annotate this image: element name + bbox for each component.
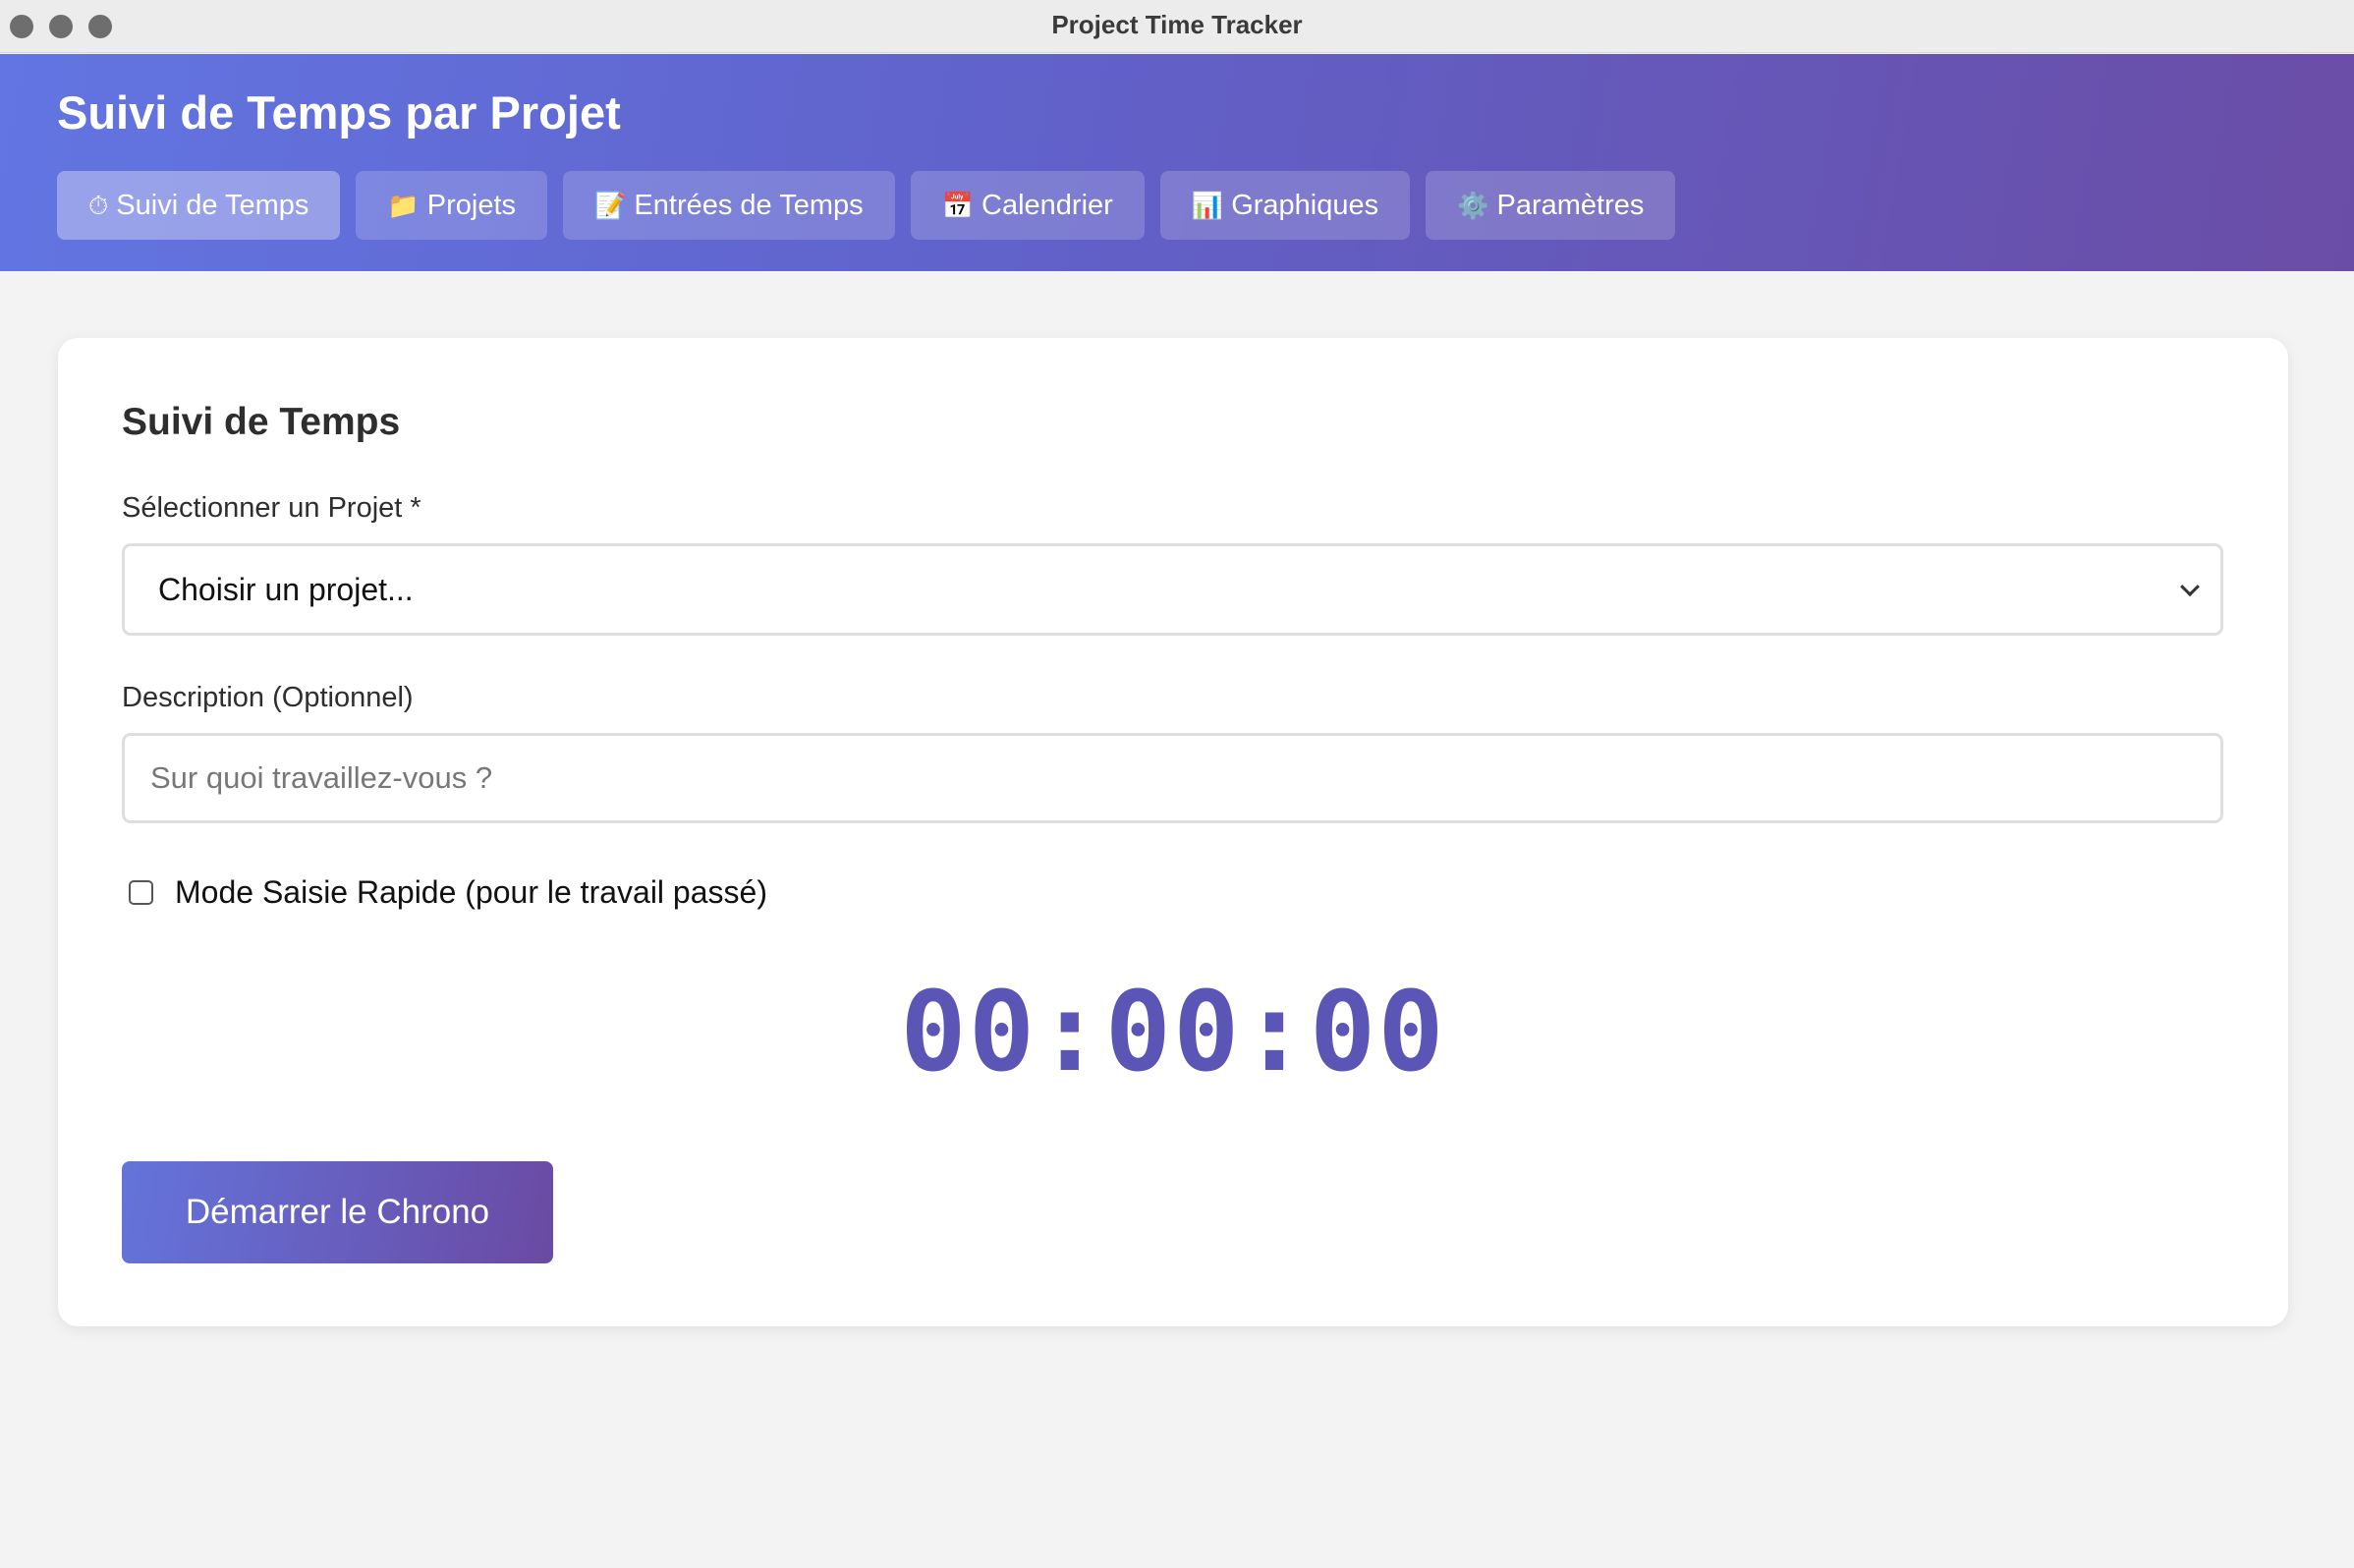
tab-time-tracking[interactable]: ⏱ Suivi de Temps bbox=[57, 171, 341, 240]
project-select-label: Sélectionner un Projet * bbox=[122, 492, 421, 524]
tab-label: Suivi de Temps bbox=[116, 189, 309, 221]
tab-label: Graphiques bbox=[1231, 189, 1379, 221]
app-window: Project Time Tracker Suivi de Temps par … bbox=[0, 0, 2354, 1568]
project-select[interactable]: Choisir un projet... bbox=[122, 543, 2223, 636]
tab-label: Paramètres bbox=[1496, 189, 1645, 221]
tab-time-entries[interactable]: 📝 Entrées de Temps bbox=[563, 171, 895, 240]
tab-label: Calendrier bbox=[981, 189, 1113, 221]
calendar-icon: 📅 bbox=[941, 191, 975, 220]
window-title: Project Time Tracker bbox=[1051, 10, 1303, 39]
tab-projects[interactable]: 📁 Projets bbox=[356, 171, 548, 240]
time-tracking-card: Suivi de Temps Sélectionner un Projet * … bbox=[58, 338, 2288, 1326]
tab-settings[interactable]: ⚙️ Paramètres bbox=[1426, 171, 1676, 240]
stopwatch-icon: ⏱ bbox=[88, 191, 109, 220]
chevron-down-icon bbox=[2180, 577, 2200, 597]
quick-mode-row: Mode Saisie Rapide (pour le travail pass… bbox=[129, 870, 767, 914]
app-title: Suivi de Temps par Projet bbox=[57, 86, 621, 139]
quick-mode-checkbox[interactable] bbox=[129, 879, 153, 905]
start-timer-button[interactable]: Démarrer le Chrono bbox=[122, 1161, 553, 1263]
project-select-value: Choisir un projet... bbox=[158, 571, 414, 607]
memo-icon: 📝 bbox=[594, 191, 627, 220]
folder-icon: 📁 bbox=[387, 191, 420, 220]
tab-label: Entrées de Temps bbox=[634, 189, 864, 221]
tab-calendar[interactable]: 📅 Calendrier bbox=[910, 171, 1145, 240]
title-bar: Project Time Tracker bbox=[0, 0, 2354, 53]
gear-icon: ⚙️ bbox=[1457, 191, 1489, 220]
nav-tabs: ⏱ Suivi de Temps 📁 Projets 📝 Entrées de … bbox=[57, 171, 1676, 240]
description-input[interactable] bbox=[122, 733, 2223, 823]
tab-charts[interactable]: 📊 Graphiques bbox=[1159, 171, 1411, 240]
timer-display: 00:00:00 bbox=[900, 969, 1446, 1096]
app-header: Suivi de Temps par Projet ⏱ Suivi de Tem… bbox=[0, 54, 2354, 271]
description-label: Description (Optionnel) bbox=[122, 682, 414, 713]
tab-label: Projets bbox=[426, 189, 517, 221]
section-title: Suivi de Temps bbox=[122, 401, 401, 443]
quick-mode-label[interactable]: Mode Saisie Rapide (pour le travail pass… bbox=[175, 874, 767, 911]
bar-chart-icon: 📊 bbox=[1191, 191, 1224, 220]
